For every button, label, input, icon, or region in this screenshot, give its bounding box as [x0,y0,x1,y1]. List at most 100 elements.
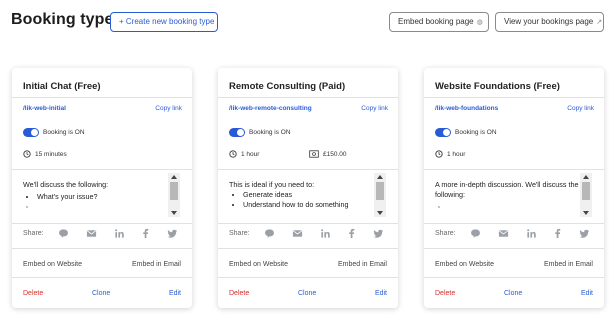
booking-toggle[interactable] [23,128,39,137]
embed-in-email-link[interactable]: Embed in Email [338,261,387,268]
info-icon: ◍ [476,19,483,26]
twitter-icon[interactable] [373,228,384,239]
email-icon[interactable] [292,228,303,239]
booking-slug-link[interactable]: /lik-web-initial [23,105,66,112]
divider [218,277,398,278]
clone-button[interactable]: Clone [504,290,522,297]
description-text: We'll discuss the following: What's your… [23,180,171,212]
divider [12,97,192,98]
description-item-cutoff [449,202,583,212]
scroll-down-arrow[interactable] [171,211,177,215]
edit-button[interactable]: Edit [375,290,387,297]
card-title: Website Foundations (Free) [435,81,560,92]
price-text: £150.00 [323,151,347,158]
linkedin-icon[interactable] [320,228,331,239]
chat-icon[interactable] [470,228,481,239]
embed-booking-page-button[interactable]: Embed booking page ◍ [389,12,489,32]
divider [12,248,192,249]
edit-button[interactable]: Edit [169,290,181,297]
scroll-up-arrow[interactable] [171,175,177,179]
clock-icon [23,150,31,158]
clone-button[interactable]: Clone [92,290,110,297]
description-item: Generate ideas [243,190,377,200]
copy-link-button[interactable]: Copy link [155,105,182,112]
divider [424,248,604,249]
divider [218,97,398,98]
divider [12,223,192,224]
duration-text: 15 minutes [35,151,67,158]
scroll-thumb[interactable] [582,182,590,200]
scroll-down-arrow[interactable] [583,211,589,215]
scroll-thumb[interactable] [376,182,384,200]
embed-booking-page-label: Embed booking page [398,17,474,26]
divider [424,223,604,224]
scroll-up-arrow[interactable] [583,175,589,179]
description-scrollbar[interactable] [374,173,386,217]
delete-button[interactable]: Delete [435,290,455,297]
booking-card-website-foundations: Website Foundations (Free) /lik-web-foun… [424,68,604,308]
share-label: Share: [435,230,456,237]
copy-link-button[interactable]: Copy link [361,105,388,112]
description-box[interactable]: A more in-depth discussion. We'll discus… [424,171,604,221]
duration-text: 1 hour [447,151,466,158]
twitter-icon[interactable] [579,228,590,239]
email-icon[interactable] [498,228,509,239]
view-bookings-page-button[interactable]: View your bookings page ↗ [495,12,604,32]
booking-card-remote-consulting: Remote Consulting (Paid) /lik-web-remote… [218,68,398,308]
description-text: A more in-depth discussion. We'll discus… [435,180,583,212]
twitter-icon[interactable] [167,228,178,239]
embed-in-email-link[interactable]: Embed in Email [132,261,181,268]
booking-toggle[interactable] [229,128,245,137]
copy-link-button[interactable]: Copy link [567,105,594,112]
share-row: Share: [12,227,192,243]
edit-button[interactable]: Edit [581,290,593,297]
booking-status-label: Booking is ON [43,129,85,136]
description-text: This is ideal if you need to: Generate i… [229,180,377,210]
booking-status-label: Booking is ON [249,129,291,136]
divider [424,97,604,98]
description-scrollbar[interactable] [168,173,180,217]
booking-slug-link[interactable]: /lik-web-remote-consulting [229,105,312,112]
facebook-icon[interactable] [552,228,563,239]
facebook-icon[interactable] [140,228,151,239]
description-box[interactable]: We'll discuss the following: What's your… [12,171,192,221]
email-icon[interactable] [86,228,97,239]
chat-icon[interactable] [264,228,275,239]
create-booking-type-button[interactable]: + Create new booking type [110,12,218,32]
embed-on-website-link[interactable]: Embed on Website [229,261,288,268]
delete-button[interactable]: Delete [229,290,249,297]
scroll-up-arrow[interactable] [377,175,383,179]
scroll-down-arrow[interactable] [377,211,383,215]
description-item: What's your issue? [37,192,171,202]
scroll-thumb[interactable] [170,182,178,200]
duration-text: 1 hour [241,151,260,158]
view-bookings-page-label: View your bookings page [504,17,594,26]
chat-icon[interactable] [58,228,69,239]
price-tag-icon [309,150,319,158]
facebook-icon[interactable] [346,228,357,239]
clock-icon [229,150,237,158]
embed-in-email-link[interactable]: Embed in Email [544,261,593,268]
clone-button[interactable]: Clone [298,290,316,297]
description-list: Generate ideas Understand how to do some… [229,190,377,210]
embed-on-website-link[interactable]: Embed on Website [23,261,82,268]
share-label: Share: [229,230,250,237]
divider [218,169,398,170]
divider [12,277,192,278]
divider [424,169,604,170]
clock-icon [435,150,443,158]
external-link-icon: ↗ [596,19,603,26]
card-title: Initial Chat (Free) [23,81,101,92]
linkedin-icon[interactable] [526,228,537,239]
booking-slug-link[interactable]: /lik-web-foundations [435,105,498,112]
divider [218,248,398,249]
description-box[interactable]: This is ideal if you need to: Generate i… [218,171,398,221]
divider [12,169,192,170]
delete-button[interactable]: Delete [23,290,43,297]
description-intro: We'll discuss the following: [23,180,109,189]
booking-toggle[interactable] [435,128,451,137]
linkedin-icon[interactable] [114,228,125,239]
description-intro: This is ideal if you need to: [229,180,315,189]
embed-on-website-link[interactable]: Embed on Website [435,261,494,268]
description-scrollbar[interactable] [580,173,592,217]
